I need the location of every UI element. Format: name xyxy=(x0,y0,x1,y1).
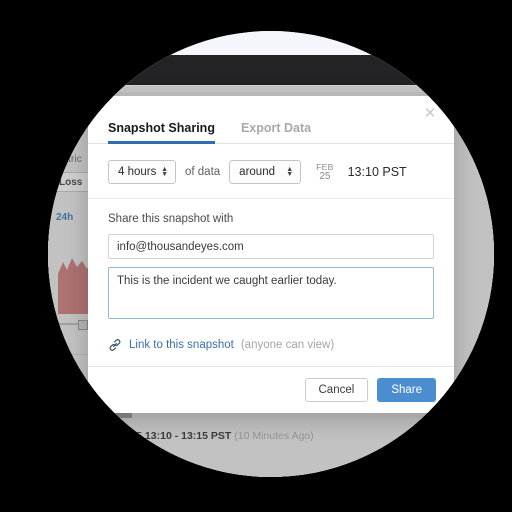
share-button[interactable]: Share xyxy=(377,378,436,402)
of-data-label: of data xyxy=(185,166,221,178)
chevron-up-down-icon: ▲ ▼ xyxy=(161,166,168,178)
date-picker[interactable]: FEB 25 xyxy=(316,162,333,182)
share-email-input[interactable] xyxy=(108,234,434,259)
time-range-link-24h[interactable]: 24h xyxy=(56,212,73,223)
scene: Metric Loss 24h Jan 26 ta from Tue, Feb … xyxy=(48,31,494,477)
circular-vignette: Metric Loss 24h Jan 26 ta from Tue, Feb … xyxy=(48,31,494,477)
screenshot-stage: Metric Loss 24h Jan 26 ta from Tue, Feb … xyxy=(0,0,512,512)
time-range-row: 4 hours ▲ ▼ of data around ▲ ▼ FEB 25 13… xyxy=(88,144,454,199)
close-icon[interactable]: ✕ xyxy=(422,105,438,121)
duration-select-value: 4 hours xyxy=(118,166,157,178)
relation-select[interactable]: around ▲ ▼ xyxy=(229,160,302,184)
cancel-button[interactable]: Cancel xyxy=(304,378,369,402)
duration-select[interactable]: 4 hours ▲ ▼ xyxy=(108,160,176,184)
status-range: Tue, Feb 25 13:10 - 13:15 PST xyxy=(85,430,232,442)
share-with-label: Share this snapshot with xyxy=(108,213,234,225)
window-control-yellow-icon[interactable] xyxy=(419,63,428,72)
status-prefix: Data from xyxy=(48,430,83,442)
data-status-bar: Data from Tue, Feb 25 13:10 - 13:15 PST … xyxy=(48,430,476,442)
link-icon xyxy=(108,338,122,352)
snapshot-link-row: Link to this snapshot (anyone can view) xyxy=(108,324,434,366)
relation-select-value: around xyxy=(239,166,275,178)
tab-snapshot-sharing[interactable]: Snapshot Sharing xyxy=(108,121,215,144)
window-control-red-icon[interactable] xyxy=(435,63,444,72)
modal-header: Snapshot Sharing Export Data ✕ xyxy=(88,96,454,144)
snapshot-link-note: (anyone can view) xyxy=(240,339,335,351)
modal-tabs: Snapshot Sharing Export Data xyxy=(108,96,434,144)
snapshot-link-text[interactable]: Link to this snapshot xyxy=(129,339,234,351)
date-day: 25 xyxy=(319,171,331,182)
share-note-textarea[interactable] xyxy=(108,267,434,319)
window-control-green-icon[interactable] xyxy=(403,63,412,72)
modal-body: Share this snapshot with Link to this sn… xyxy=(88,199,454,366)
chevron-up-down-icon: ▲ ▼ xyxy=(286,166,294,178)
slider-cap-left xyxy=(52,319,54,329)
metric-label: Metric xyxy=(54,154,82,165)
status-age: (10 Minutes Ago) xyxy=(234,430,314,442)
tab-export-data[interactable]: Export Data xyxy=(241,121,311,144)
time-value[interactable]: 13:10 PST xyxy=(348,165,407,179)
snapshot-sharing-modal: Snapshot Sharing Export Data ✕ 4 hours ▲… xyxy=(88,96,454,413)
window-controls[interactable] xyxy=(403,63,444,72)
slider-handle[interactable] xyxy=(78,320,88,330)
modal-footer: Cancel Share xyxy=(88,366,454,413)
